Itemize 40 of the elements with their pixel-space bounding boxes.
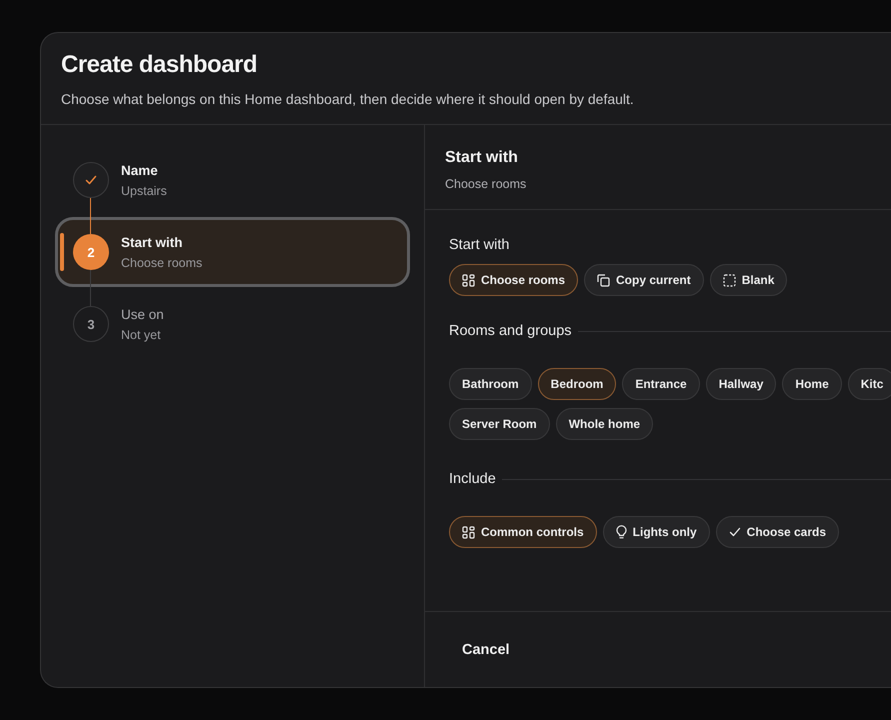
- dialog-title: Create dashboard: [61, 51, 258, 79]
- section-title: Rooms and groups: [449, 323, 572, 339]
- step-subtitle: Choose rooms: [121, 256, 202, 270]
- cancel-button[interactable]: Cancel: [449, 634, 523, 666]
- panel-subtitle: Choose rooms: [445, 177, 528, 191]
- step-title: Use on: [121, 306, 164, 322]
- option-chip[interactable]: Copy current: [584, 264, 704, 296]
- dialog-subtitle: Choose what belongs on this Home dashboard, then decide where it should open by default.: [61, 91, 635, 107]
- section-title: Start with: [449, 237, 510, 253]
- grid-icon: [462, 274, 475, 286]
- step-item[interactable]: 2 Start with Choose rooms: [55, 217, 410, 287]
- step-item[interactable]: 3 Use on Not yet: [55, 289, 410, 359]
- step-subtitle: Not yet: [121, 328, 162, 342]
- option-chip[interactable]: Hallway: [706, 368, 776, 400]
- copy-icon: [597, 274, 610, 286]
- dashed-square-icon: [722, 274, 736, 286]
- option-chip[interactable]: Choose rooms: [449, 264, 578, 296]
- option-chip[interactable]: Home: [782, 368, 842, 400]
- step-title: Name: [121, 162, 159, 178]
- step-number: 2: [73, 234, 109, 270]
- option-chip[interactable]: Lights only: [602, 516, 710, 548]
- option-chip[interactable]: Whole home: [556, 408, 654, 440]
- step-item[interactable]: Name Upstairs: [55, 145, 410, 215]
- option-chip[interactable]: Choose cards: [716, 516, 840, 548]
- option-chip[interactable]: Blank: [710, 264, 788, 296]
- option-chip[interactable]: Entrance: [622, 368, 700, 400]
- lightbulb-icon: [616, 525, 627, 539]
- step-check-icon: [73, 162, 109, 198]
- grid-icon: [462, 526, 475, 538]
- step-title: Start with: [121, 234, 184, 250]
- option-chip[interactable]: Bedroom: [538, 368, 616, 400]
- option-chip[interactable]: Common controls: [449, 516, 597, 548]
- check-icon: [728, 526, 741, 538]
- option-chip[interactable]: Kitc: [848, 368, 891, 400]
- option-chip[interactable]: Server Room: [449, 408, 550, 440]
- option-chip[interactable]: Bathroom: [449, 368, 532, 400]
- panel-title: Start with: [445, 149, 519, 167]
- section-title: Include: [449, 471, 496, 487]
- step-number: 3: [73, 306, 109, 342]
- step-subtitle: Upstairs: [121, 184, 167, 198]
